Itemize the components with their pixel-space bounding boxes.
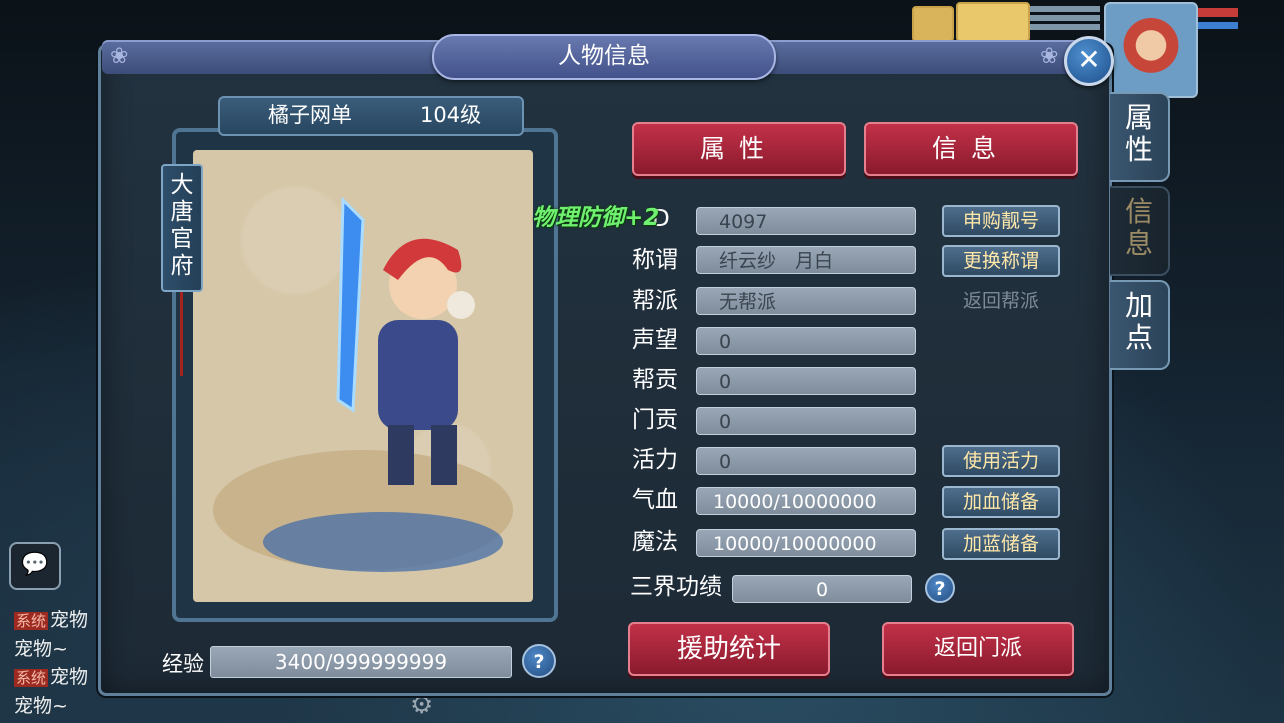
title-label: 称谓 xyxy=(632,247,678,273)
guild-label: 帮派 xyxy=(632,288,678,314)
chat-text: 宠物~ xyxy=(14,695,68,717)
sect-label: 大 唐 官 府 xyxy=(161,164,203,292)
system-tag: 系统 xyxy=(14,669,49,687)
character-level: 104级 xyxy=(420,103,482,127)
side-tab-info[interactable]: 信 息 xyxy=(1110,186,1170,276)
sect-contrib-field: 0 xyxy=(696,407,916,435)
chat-log: 系统 宠物 宠物~ 系统 宠物 宠物~ xyxy=(14,606,104,720)
chat-icon[interactable]: 💬 xyxy=(9,542,61,590)
chat-line: 系统 宠物 xyxy=(14,663,104,692)
team-avatar[interactable] xyxy=(956,2,1030,42)
change-title-button[interactable]: 更换称谓 xyxy=(942,245,1060,277)
return-sect-button[interactable]: 返回门派 xyxy=(882,622,1074,676)
chat-text: 宠物 xyxy=(50,609,89,631)
chat-line: 系统 宠物 xyxy=(14,606,104,635)
system-tag: 系统 xyxy=(14,612,49,630)
tab-info[interactable]: 信息 xyxy=(864,122,1078,176)
merit-field: 0 xyxy=(732,575,912,603)
buy-number-button[interactable]: 申购靓号 xyxy=(942,205,1060,237)
ornament-icon: ❀ xyxy=(1040,44,1059,69)
guild-field: 无帮派 xyxy=(696,287,916,315)
ornament-icon: ❀ xyxy=(110,44,129,69)
mp-label: 魔法 xyxy=(632,529,678,555)
mp-reserve-button[interactable]: 加蓝储备 xyxy=(942,528,1060,560)
player-avatar[interactable] xyxy=(1104,2,1198,98)
close-icon[interactable]: ✕ xyxy=(1064,36,1114,86)
sect-cord xyxy=(180,292,183,376)
prestige-label: 声望 xyxy=(632,327,678,353)
guild-contrib-field: 0 xyxy=(696,367,916,395)
mp-bar xyxy=(1198,22,1238,29)
exp-field: 3400/999999999 xyxy=(210,646,512,678)
guild-contrib-label: 帮贡 xyxy=(632,367,678,393)
character-name-plate: 橘子网单 104级 xyxy=(218,96,524,136)
use-vitality-button[interactable]: 使用活力 xyxy=(942,445,1060,477)
character-name: 橘子网单 xyxy=(268,103,352,127)
return-guild-button[interactable]: 返回帮派 xyxy=(942,287,1060,319)
pet-avatar[interactable] xyxy=(912,6,954,42)
character-illustration xyxy=(213,196,513,572)
title-field: 纤云纱 月白 xyxy=(696,246,916,274)
exp-label: 经验 xyxy=(162,652,204,676)
tab-attributes[interactable]: 属性 xyxy=(632,122,846,176)
buff-float-text: 物理防御+2 xyxy=(532,205,660,231)
hp-field: 10000/10000000 xyxy=(696,487,916,515)
help-icon[interactable]: ? xyxy=(925,573,955,603)
panel-title: 人物信息 xyxy=(432,34,776,80)
chat-text: 宠物~ xyxy=(14,638,68,660)
sect-contrib-label: 门贡 xyxy=(632,407,678,433)
chat-text: 宠物 xyxy=(50,666,89,688)
status-bars xyxy=(1030,6,1100,33)
hp-label: 气血 xyxy=(632,487,678,513)
vitality-label: 活力 xyxy=(632,447,678,473)
id-field: 4097 xyxy=(696,207,916,235)
prestige-field: 0 xyxy=(696,327,916,355)
chat-line: 宠物~ xyxy=(14,692,104,720)
merit-label: 三界功绩 xyxy=(630,574,722,600)
chat-line: 宠物~ xyxy=(14,635,104,663)
character-portrait xyxy=(193,150,533,602)
help-icon[interactable]: ? xyxy=(522,644,556,678)
vitality-field: 0 xyxy=(696,447,916,475)
hp-bar xyxy=(1198,8,1238,17)
side-tab-add-points[interactable]: 加 点 xyxy=(1110,280,1170,370)
hp-reserve-button[interactable]: 加血储备 xyxy=(942,486,1060,518)
side-tab-attributes[interactable]: 属 性 xyxy=(1110,92,1170,182)
mp-field: 10000/10000000 xyxy=(696,529,916,557)
assist-stats-button[interactable]: 援助统计 xyxy=(628,622,830,676)
